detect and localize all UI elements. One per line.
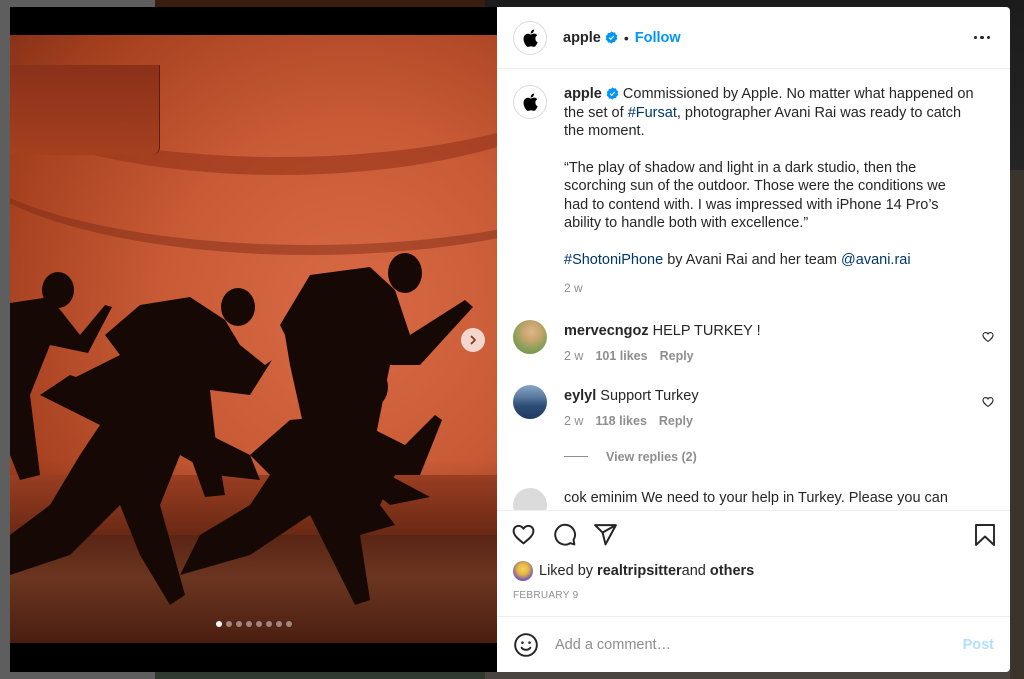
slide-dot	[245, 621, 252, 627]
header-separator: •	[623, 29, 629, 46]
like-button[interactable]	[511, 522, 536, 547]
emoji-button[interactable]	[513, 632, 539, 658]
post-details-panel: apple • Follow apple Commissioned by App…	[497, 7, 1010, 672]
slide-dot	[225, 621, 232, 627]
commenter-avatar[interactable]	[513, 384, 547, 419]
heart-icon	[982, 396, 994, 407]
share-button[interactable]	[593, 522, 618, 547]
more-dot	[986, 35, 990, 40]
reply-button[interactable]: Reply	[659, 414, 693, 428]
post-actions-bar	[497, 510, 1010, 558]
slide-dot	[235, 621, 242, 627]
reply-button[interactable]: Reply	[660, 349, 694, 363]
liker-avatar[interactable]	[513, 561, 533, 581]
post-comment-button[interactable]: Post	[963, 637, 994, 653]
caption-line: by Avani Rai and her team	[663, 251, 842, 268]
commenter-username[interactable]: mervecngoz	[564, 323, 649, 339]
comment-button[interactable]	[552, 522, 577, 547]
comment-like-button[interactable]	[982, 330, 994, 348]
hashtag-link[interactable]: #Fursat	[628, 105, 677, 121]
background-page	[1010, 170, 1024, 679]
more-options-button[interactable]	[970, 30, 995, 46]
author-username[interactable]: apple	[563, 30, 601, 46]
comment-input[interactable]	[555, 636, 963, 653]
heart-icon	[982, 331, 994, 342]
caption-quote: “The play of shadow and light in a dark …	[564, 159, 946, 232]
more-horizontal-icon	[973, 35, 977, 40]
heart-icon	[512, 524, 535, 545]
dancers-silhouette	[10, 253, 473, 605]
comment-time: 2 w	[564, 348, 584, 363]
paper-plane-icon	[594, 524, 617, 546]
comment-time: 2 w	[564, 413, 584, 428]
next-slide-button[interactable]	[461, 328, 485, 352]
slide-dot	[285, 621, 292, 627]
chevron-right-icon	[470, 335, 476, 345]
post-date: FEBRUARY 9	[513, 590, 579, 601]
post-header: apple • Follow	[497, 7, 1010, 69]
more-dot	[980, 35, 984, 40]
verified-badge-icon	[606, 87, 619, 100]
caption-author-avatar[interactable]	[513, 85, 547, 119]
comment-text: HELP TURKEY !	[648, 322, 761, 339]
view-replies-button[interactable]: View replies (2)	[564, 450, 994, 464]
post-media	[10, 7, 497, 672]
slide-dot-active	[215, 621, 222, 627]
verified-badge-icon	[605, 31, 618, 44]
follow-button[interactable]: Follow	[635, 30, 681, 46]
slide-dot	[255, 621, 262, 627]
commenter-username[interactable]: eylyl	[564, 388, 596, 404]
liked-by: Liked by realtripsitter and others	[497, 558, 1010, 584]
comment-like-button[interactable]	[982, 395, 994, 413]
bookmark-icon	[975, 523, 995, 546]
view-replies-label: View replies (2)	[606, 449, 697, 464]
slide-dot	[275, 621, 282, 627]
post-photo	[10, 35, 497, 643]
comment-text: cok eminim We need to your help in Turke…	[564, 489, 948, 506]
comment-item: mervecngoz HELP TURKEY ! 2 w 101 likes R…	[513, 319, 994, 363]
caption-time: 2 w	[564, 281, 583, 295]
apple-logo-icon	[523, 28, 538, 47]
liked-by-prefix: Liked by	[539, 563, 594, 579]
liked-by-middle: and	[681, 563, 706, 579]
author-avatar[interactable]	[513, 20, 547, 55]
add-comment-bar: Post	[497, 616, 1010, 672]
comment-text: Support Turkey	[596, 387, 699, 404]
slide-indicator	[10, 621, 497, 627]
commenter-avatar[interactable]	[513, 487, 547, 510]
smiley-icon	[514, 632, 538, 657]
commenter-avatar[interactable]	[513, 319, 547, 354]
liker-username[interactable]: realtripsitter	[597, 563, 682, 579]
caption-username[interactable]: apple	[564, 86, 602, 102]
replies-divider-line	[564, 456, 588, 457]
comment-bubble-icon	[554, 523, 577, 546]
save-button[interactable]	[974, 523, 996, 547]
comment-likes[interactable]: 101 likes	[595, 349, 647, 363]
apple-logo-icon	[523, 93, 538, 111]
post-caption: apple Commissioned by Apple. No matter w…	[513, 85, 994, 298]
mention-link[interactable]: @avani.rai	[841, 252, 911, 268]
comment-item: cok eminim We need to your help in Turke…	[513, 487, 994, 510]
comments-list[interactable]: apple Commissioned by Apple. No matter w…	[497, 69, 1010, 510]
comment-likes[interactable]: 118 likes	[595, 414, 646, 428]
liked-by-others[interactable]: others	[710, 563, 754, 579]
hashtag-link[interactable]: #ShotoniPhone	[564, 252, 663, 268]
slide-dot	[265, 621, 272, 627]
comment-item: eylyl Support Turkey 2 w 118 likes Reply	[513, 384, 994, 428]
caption-text: apple Commissioned by Apple. No matter w…	[564, 85, 974, 298]
